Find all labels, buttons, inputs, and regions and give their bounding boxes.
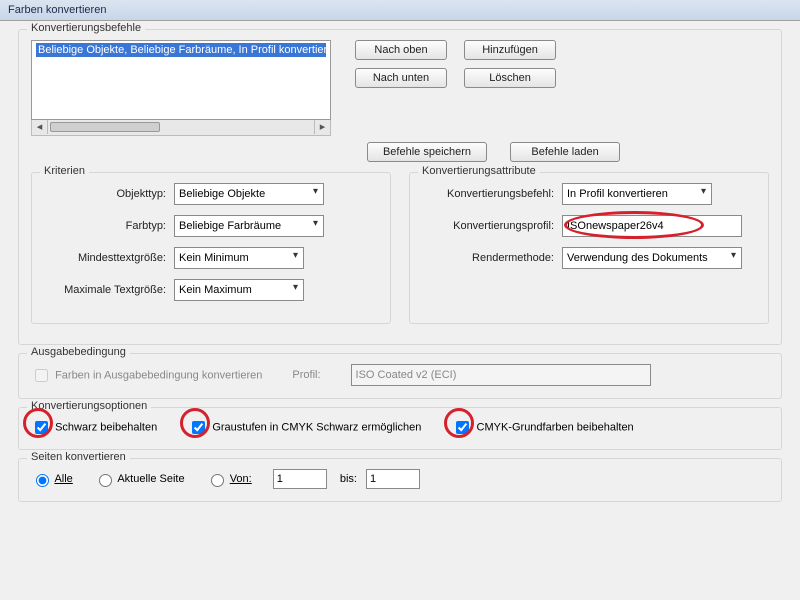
pages-to-label: bis: <box>340 473 357 485</box>
save-commands-button[interactable]: Befehle speichern <box>367 142 487 162</box>
pages-to-input[interactable] <box>366 469 420 489</box>
add-button[interactable]: Hinzufügen <box>464 40 556 60</box>
options-group-label: Konvertierungsoptionen <box>27 400 151 412</box>
scroll-left-icon[interactable]: ◂ <box>32 120 48 134</box>
output-profile-label: Profil: <box>292 369 320 381</box>
commands-listbox[interactable]: Beliebige Objekte, Beliebige Farbräume, … <box>31 40 331 120</box>
window-title: Farben konvertieren <box>8 4 106 16</box>
gray-cmyk-checkbox[interactable] <box>192 421 205 434</box>
conv-profile-input[interactable] <box>562 215 742 237</box>
options-group: Konvertierungsoptionen Schwarz beibehalt… <box>18 407 782 450</box>
object-type-select[interactable]: Beliebige Objekte <box>174 183 324 205</box>
delete-button[interactable]: Löschen <box>464 68 556 88</box>
criteria-group-label: Kriterien <box>40 165 89 177</box>
preserve-cmyk-checkbox[interactable] <box>456 421 469 434</box>
pages-current-radio[interactable] <box>99 474 112 487</box>
criteria-group: Kriterien Objekttyp: Beliebige Objekte F… <box>31 172 391 324</box>
max-text-select[interactable]: Kein Maximum <box>174 279 304 301</box>
move-up-button[interactable]: Nach oben <box>355 40 447 60</box>
object-type-label: Objekttyp: <box>44 188 174 200</box>
attributes-group: Konvertierungsattribute Konvertierungsbe… <box>409 172 769 324</box>
conv-cmd-select[interactable]: In Profil konvertieren <box>562 183 712 205</box>
window-titlebar: Farben konvertieren <box>0 0 800 21</box>
conv-cmd-label: Konvertierungsbefehl: <box>422 188 562 200</box>
min-text-select[interactable]: Kein Minimum <box>174 247 304 269</box>
color-type-label: Farbtyp: <box>44 220 174 232</box>
commands-group-label: Konvertierungsbefehle <box>27 22 145 34</box>
pages-from-label[interactable]: Von: <box>206 473 255 485</box>
scroll-right-icon[interactable]: ▸ <box>314 120 330 134</box>
max-text-label: Maximale Textgröße: <box>44 284 174 296</box>
scroll-thumb[interactable] <box>50 122 160 132</box>
commands-list-item[interactable]: Beliebige Objekte, Beliebige Farbräume, … <box>36 43 326 57</box>
min-text-label: Mindesttextgröße: <box>44 252 174 264</box>
conv-profile-label: Konvertierungsprofil: <box>422 220 562 232</box>
preserve-cmyk-label[interactable]: CMYK-Grundfarben beibehalten <box>452 418 633 437</box>
output-profile-input <box>351 364 651 386</box>
gray-cmyk-label[interactable]: Graustufen in CMYK Schwarz ermöglichen <box>188 418 421 437</box>
pages-all-radio[interactable] <box>36 474 49 487</box>
pages-group-label: Seiten konvertieren <box>27 451 130 463</box>
commands-scrollbar[interactable]: ◂ ▸ <box>31 120 331 136</box>
render-select[interactable]: Verwendung des Dokuments <box>562 247 742 269</box>
preserve-black-label[interactable]: Schwarz beibehalten <box>31 418 157 437</box>
output-group-label: Ausgabebedingung <box>27 346 130 358</box>
pages-all-label[interactable]: Alle <box>31 473 76 485</box>
pages-group: Seiten konvertieren Alle Aktuelle Seite … <box>18 458 782 502</box>
pages-from-input[interactable] <box>273 469 327 489</box>
pages-current-label[interactable]: Aktuelle Seite <box>94 473 188 485</box>
move-down-button[interactable]: Nach unten <box>355 68 447 88</box>
preserve-black-checkbox[interactable] <box>35 421 48 434</box>
color-type-select[interactable]: Beliebige Farbräume <box>174 215 324 237</box>
render-label: Rendermethode: <box>422 252 562 264</box>
output-group: Ausgabebedingung Farben in Ausgabebeding… <box>18 353 782 399</box>
output-convert-label: Farben in Ausgabebedingung konvertieren <box>31 366 262 385</box>
attributes-group-label: Konvertierungsattribute <box>418 165 540 177</box>
commands-group: Konvertierungsbefehle Beliebige Objekte,… <box>18 29 782 345</box>
load-commands-button[interactable]: Befehle laden <box>510 142 620 162</box>
output-convert-checkbox <box>35 369 48 382</box>
pages-from-radio[interactable] <box>211 474 224 487</box>
